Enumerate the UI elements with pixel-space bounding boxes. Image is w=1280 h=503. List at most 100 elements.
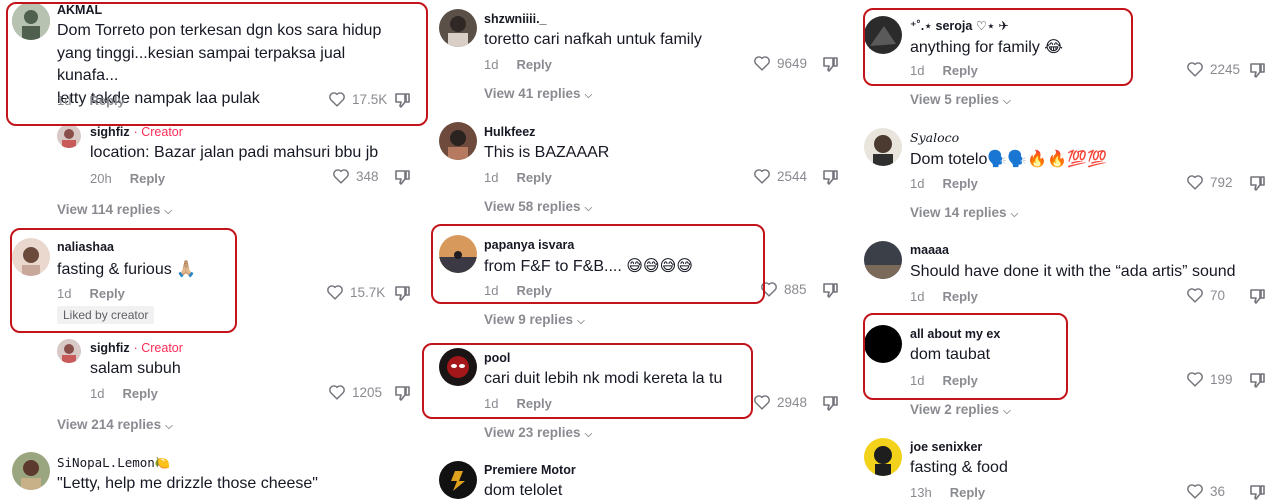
chevron-down-icon: ⌵ <box>164 206 172 217</box>
reply-button[interactable]: Reply <box>122 386 157 401</box>
comment-meta: 1d Reply <box>910 289 978 304</box>
creator-label: · Creator <box>133 341 183 355</box>
like-button[interactable]: 9649 <box>753 55 807 71</box>
thumbs-down-icon[interactable] <box>1249 175 1265 191</box>
heart-outline-icon <box>329 385 345 400</box>
view-replies-button[interactable]: View 5 replies ⌵ <box>910 92 1011 107</box>
avatar[interactable] <box>439 348 477 386</box>
avatar[interactable] <box>57 339 81 363</box>
username[interactable]: Hulkfeez <box>484 125 535 139</box>
reply-button[interactable]: Reply <box>942 289 977 304</box>
like-button[interactable]: 15.7K <box>326 284 385 300</box>
comment-meta: 20h Reply <box>90 171 165 186</box>
thumbs-down-icon[interactable] <box>1249 484 1265 500</box>
view-replies-button[interactable]: View 58 replies ⌵ <box>484 199 592 214</box>
reply-button[interactable]: Reply <box>89 286 124 301</box>
like-button[interactable]: 1205 <box>328 384 382 400</box>
view-replies-button[interactable]: View 2 replies ⌵ <box>910 402 1011 417</box>
username[interactable]: maaaa <box>910 243 949 257</box>
view-replies-button[interactable]: View 41 replies ⌵ <box>484 86 592 101</box>
reply-button[interactable]: Reply <box>950 485 985 500</box>
like-button[interactable]: 2948 <box>753 394 807 410</box>
username[interactable]: pool <box>484 351 510 365</box>
view-replies-button[interactable]: View 114 replies ⌵ <box>57 202 172 217</box>
username[interactable]: ⁺˚.⋆ seroja ♡⋆ ✈ <box>910 18 1009 33</box>
like-button[interactable]: 36 <box>1186 483 1225 499</box>
comment-text: This is BAZAAAR <box>484 144 610 161</box>
timestamp: 1d <box>484 170 499 185</box>
thumbs-down-icon[interactable] <box>1249 62 1265 78</box>
username[interactable]: shzwniiii._ <box>484 12 547 26</box>
like-count: 2948 <box>777 394 808 410</box>
reply-button[interactable]: Reply <box>516 170 551 185</box>
thumbs-down-icon[interactable] <box>822 395 838 411</box>
thumbs-down-icon[interactable] <box>822 56 838 72</box>
reply-button[interactable]: Reply <box>942 373 977 388</box>
comment-meta: 1d Reply <box>57 93 125 108</box>
view-replies-button[interactable]: View 14 replies ⌵ <box>910 205 1018 220</box>
thumbs-down-icon[interactable] <box>1249 372 1265 388</box>
like-button[interactable]: 2245 <box>1186 61 1240 77</box>
avatar[interactable] <box>12 238 50 276</box>
avatar[interactable] <box>864 128 902 166</box>
username[interactable]: joe senixker <box>910 440 982 454</box>
chevron-down-icon: ⌵ <box>584 203 593 214</box>
reply-button[interactable]: Reply <box>516 283 551 298</box>
heart-outline-icon <box>1187 62 1203 77</box>
thumbs-down-icon[interactable] <box>822 169 838 185</box>
view-replies-button[interactable]: View 9 replies ⌵ <box>484 312 585 327</box>
reply-button[interactable]: Reply <box>89 93 124 108</box>
chevron-down-icon: ⌵ <box>1010 209 1019 220</box>
avatar[interactable] <box>57 124 81 148</box>
liked-by-creator-badge: Liked by creator <box>57 306 155 324</box>
chevron-down-icon: ⌵ <box>584 429 593 440</box>
like-button[interactable]: 885 <box>760 281 807 297</box>
thumbs-down-icon[interactable] <box>1249 288 1265 304</box>
username[interactable]: all about my ex <box>910 327 1000 341</box>
avatar[interactable] <box>12 2 50 40</box>
thumbs-down-icon[interactable] <box>822 282 838 298</box>
username[interactable]: sighfiz · Creator <box>90 125 183 139</box>
like-button[interactable]: 2544 <box>753 168 807 184</box>
like-button[interactable]: 199 <box>1186 371 1233 387</box>
like-button[interactable]: 70 <box>1186 287 1225 303</box>
username[interactable]: AKMAL <box>57 3 102 17</box>
avatar[interactable] <box>864 325 902 363</box>
like-button[interactable]: 792 <box>1186 174 1233 190</box>
avatar[interactable] <box>439 9 477 47</box>
heart-outline-icon <box>329 92 345 107</box>
thumbs-down-icon[interactable] <box>394 92 410 108</box>
username[interactable]: papanya isvara <box>484 238 574 252</box>
username[interactable]: SiNopaL.Lemon🍋 <box>57 455 170 471</box>
view-replies-button[interactable]: View 23 replies ⌵ <box>484 425 592 440</box>
thumbs-down-icon[interactable] <box>394 385 410 401</box>
reply-button[interactable]: Reply <box>942 176 977 191</box>
thumbs-down-icon[interactable] <box>394 285 410 301</box>
like-count: 9649 <box>777 55 808 71</box>
username[interactable]: Syaloco <box>910 130 959 145</box>
reply-button[interactable]: Reply <box>516 396 551 411</box>
reply-button[interactable]: Reply <box>130 171 165 186</box>
heart-outline-icon <box>761 282 777 297</box>
avatar[interactable] <box>439 461 477 499</box>
heart-outline-icon <box>333 169 349 184</box>
like-count: 17.5K <box>352 91 388 107</box>
like-button[interactable]: 348 <box>332 168 379 184</box>
reply-button[interactable]: Reply <box>942 63 977 78</box>
avatar[interactable] <box>439 235 477 273</box>
username[interactable]: naliashaa <box>57 240 114 254</box>
heart-outline-icon <box>1187 372 1203 387</box>
avatar[interactable] <box>864 438 902 476</box>
chevron-down-icon: ⌵ <box>165 421 173 432</box>
reply-button[interactable]: Reply <box>516 57 551 72</box>
view-replies-button[interactable]: View 214 replies ⌵ <box>57 417 173 432</box>
username[interactable]: sighfiz · Creator <box>90 341 183 355</box>
like-button[interactable]: 17.5K <box>328 91 387 107</box>
thumbs-down-icon[interactable] <box>394 169 410 185</box>
creator-label: · Creator <box>133 125 183 139</box>
avatar[interactable] <box>864 16 902 54</box>
avatar[interactable] <box>12 452 50 490</box>
username[interactable]: Premiere Motor <box>484 463 576 477</box>
avatar[interactable] <box>439 122 477 160</box>
avatar[interactable] <box>864 241 902 279</box>
